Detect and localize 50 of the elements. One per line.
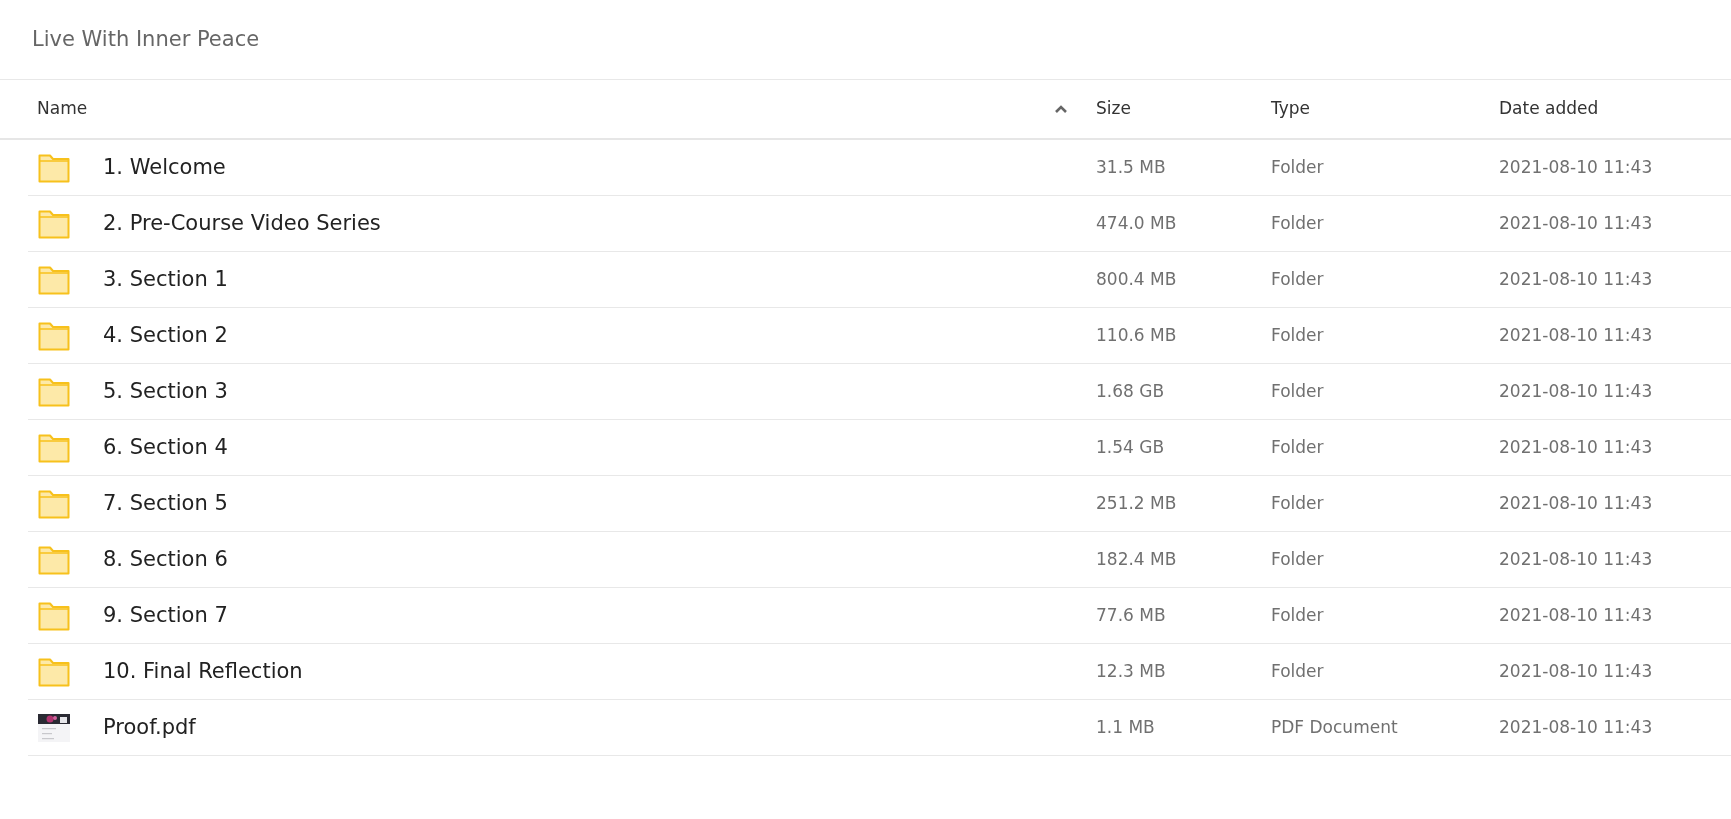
- date-added: 2021-08-10 11:43: [1499, 379, 1654, 403]
- file-type: Folder: [1271, 435, 1325, 459]
- file-type: Folder: [1271, 155, 1325, 179]
- file-type: Folder: [1271, 323, 1325, 347]
- file-size: 800.4 MB: [1096, 267, 1178, 291]
- file-name[interactable]: 7. Section 5: [103, 487, 228, 520]
- date-added: 2021-08-10 11:43: [1499, 155, 1654, 179]
- file-type: Folder: [1271, 211, 1325, 235]
- file-size: 1.1 MB: [1096, 715, 1156, 739]
- file-type: Folder: [1271, 603, 1325, 627]
- file-type: Folder: [1271, 547, 1325, 571]
- page-title: Live With Inner Peace: [0, 0, 1731, 80]
- date-added: 2021-08-10 11:43: [1499, 211, 1654, 235]
- file-size: 1.68 GB: [1096, 379, 1166, 403]
- column-header[interactable]: Type: [1271, 96, 1311, 122]
- date-added: 2021-08-10 11:43: [1499, 435, 1654, 459]
- date-added: 2021-08-10 11:43: [1499, 547, 1654, 571]
- file-size: 12.3 MB: [1096, 659, 1167, 683]
- file-size: 474.0 MB: [1096, 211, 1178, 235]
- file-name[interactable]: 4. Section 2: [103, 319, 228, 352]
- file-size: 251.2 MB: [1096, 491, 1178, 515]
- file-name[interactable]: 2. Pre-Course Video Series: [103, 207, 381, 240]
- file-name[interactable]: 5. Section 3: [103, 375, 228, 408]
- date-added: 2021-08-10 11:43: [1499, 323, 1654, 347]
- file-name[interactable]: 9. Section 7: [103, 599, 228, 632]
- column-header[interactable]: Name: [37, 96, 88, 122]
- sort-up-icon[interactable]: [1054, 104, 1068, 114]
- file-name[interactable]: 10. Final Reflection: [103, 655, 303, 688]
- file-size: 182.4 MB: [1096, 547, 1178, 571]
- file-type: Folder: [1271, 379, 1325, 403]
- file-size: 1.54 GB: [1096, 435, 1166, 459]
- file-name[interactable]: 3. Section 1: [103, 263, 228, 296]
- file-name[interactable]: Proof.pdf: [103, 711, 196, 744]
- file-name[interactable]: 6. Section 4: [103, 431, 228, 464]
- file-name[interactable]: 8. Section 6: [103, 543, 228, 576]
- file-type: Folder: [1271, 659, 1325, 683]
- file-size: 31.5 MB: [1096, 155, 1167, 179]
- date-added: 2021-08-10 11:43: [1499, 267, 1654, 291]
- date-added: 2021-08-10 11:43: [1499, 491, 1654, 515]
- date-added: 2021-08-10 11:43: [1499, 603, 1654, 627]
- file-name[interactable]: 1. Welcome: [103, 151, 226, 184]
- date-added: 2021-08-10 11:43: [1499, 715, 1654, 739]
- date-added: 2021-08-10 11:43: [1499, 659, 1654, 683]
- column-header[interactable]: Size: [1096, 96, 1131, 122]
- file-type: PDF Document: [1271, 715, 1399, 739]
- file-type: Folder: [1271, 491, 1325, 515]
- column-header[interactable]: Date added: [1499, 96, 1599, 122]
- file-size: 77.6 MB: [1096, 603, 1167, 627]
- file-type: Folder: [1271, 267, 1325, 291]
- file-size: 110.6 MB: [1096, 323, 1178, 347]
